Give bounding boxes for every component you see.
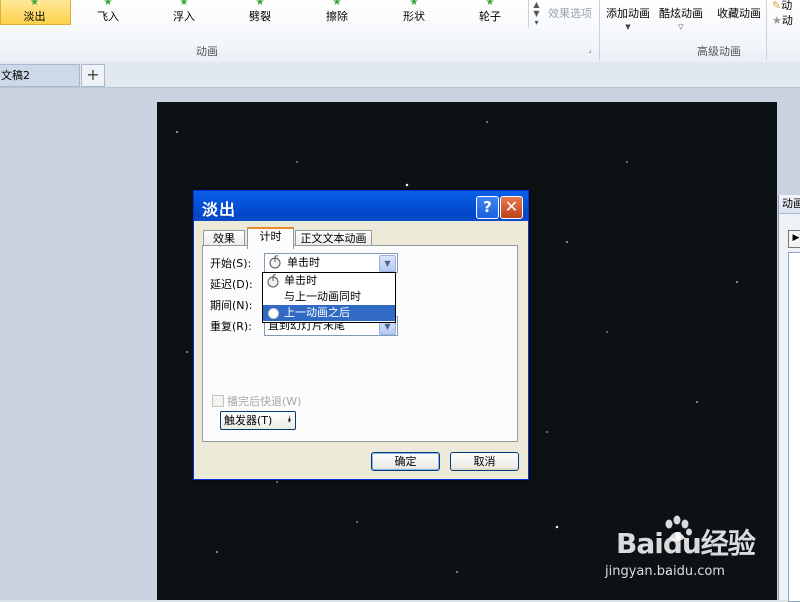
start-dropdown-list: 单击时 与上一动画同时 上一动画之后 (262, 272, 396, 323)
watermark-brand: Baidu经验 (616, 527, 756, 560)
help-button[interactable]: ? (476, 196, 499, 219)
document-tab[interactable]: 文稿2 (0, 64, 80, 87)
pencil-icon: ✎ (772, 0, 782, 12)
gallery-scroll[interactable]: ▲ ▼ ▾ (528, 0, 544, 28)
effect-wheel-button[interactable]: ★ 轮子 (455, 0, 525, 28)
cancel-button[interactable]: 取消 (450, 452, 519, 471)
effect-fade-button[interactable]: ★ 淡出 (0, 0, 69, 28)
add-animation-button[interactable]: 添加动画 ▼ (606, 5, 650, 31)
document-tab-row: 文稿2 + (0, 62, 800, 88)
dropdown-arrow-icon: ▽ (678, 23, 684, 31)
clock-icon (268, 308, 279, 319)
option-with-previous[interactable]: 与上一动画同时 (263, 289, 395, 305)
separator (766, 0, 767, 60)
cool-animation-button[interactable]: 酷炫动画 ▽ (659, 5, 703, 31)
effect-options-button[interactable]: 效果选项 (548, 5, 592, 21)
effect-fly-in-button[interactable]: ★ 飞入 (73, 0, 143, 28)
repeat-label: 重复(R): (210, 320, 252, 333)
chevron-up-icon[interactable]: ▲ (529, 0, 544, 9)
dialog-launcher-icon[interactable]: ⌟ (588, 45, 592, 54)
star-icon: ★ (772, 14, 782, 27)
favorite-animation-button[interactable]: 收藏动画 (717, 5, 761, 21)
animation-painter-button[interactable]: ★动 (772, 12, 793, 28)
mouse-icon (269, 255, 281, 269)
ok-button[interactable]: 确定 (371, 452, 440, 471)
group-label-animation: 动画 (196, 45, 218, 58)
star-icon: ★ (179, 0, 189, 8)
effect-float-in-button[interactable]: ★ 浮入 (149, 0, 219, 28)
separator (599, 0, 600, 60)
star-icon: ★ (485, 0, 495, 8)
trigger-button[interactable]: 触发器(T) ⯯ (220, 411, 296, 430)
ribbon: ★ 淡出 ★ 飞入 ★ 浮入 ★ 劈裂 ★ 擦除 ★ 形状 ★ 轮子 ▲ ▼ ▾… (0, 0, 800, 63)
start-label: 开始(S): (210, 257, 252, 270)
new-tab-button[interactable]: + (81, 64, 105, 87)
star-icon: ★ (103, 0, 113, 8)
group-label-advanced: 高级动画 (697, 45, 741, 58)
rewind-checkbox[interactable]: 播完后快退(W) (212, 393, 301, 409)
mouse-icon (267, 274, 279, 288)
fade-dialog: 淡出 ? ✕ 效果 计时 正文文本动画 开始(S): 单击时 ▼ 延迟(D): … (193, 190, 529, 480)
star-icon: ★ (332, 0, 342, 8)
animation-pane-header: 动画 (779, 195, 800, 214)
close-button[interactable]: ✕ (500, 196, 523, 219)
star-icon: ★ (409, 0, 419, 8)
star-icon: ★ (30, 0, 39, 8)
double-chevron-down-icon: ⯯ (286, 415, 292, 425)
effect-wipe-button[interactable]: ★ 擦除 (302, 0, 372, 28)
checkbox-box (212, 395, 224, 407)
effect-shape-button[interactable]: ★ 形状 (379, 0, 449, 28)
delay-label: 延迟(D): (210, 278, 253, 291)
effect-split-button[interactable]: ★ 劈裂 (225, 0, 295, 28)
option-on-click[interactable]: 单击时 (263, 273, 395, 289)
option-after-previous[interactable]: 上一动画之后 (263, 305, 395, 321)
tab-timing[interactable]: 计时 (247, 227, 294, 249)
watermark-url: jingyan.baidu.com (605, 564, 725, 579)
more-icon[interactable]: ▾ (529, 18, 544, 27)
dialog-title: 淡出 (202, 200, 237, 219)
chevron-down-icon[interactable]: ▼ (529, 9, 544, 18)
start-select[interactable]: 单击时 ▼ (264, 253, 398, 273)
baidu-watermark: Baidu经验 jingyan.baidu.com (600, 512, 800, 600)
dropdown-arrow-icon: ▼ (625, 23, 631, 31)
duration-label: 期间(N): (210, 299, 253, 312)
star-icon: ★ (255, 0, 265, 8)
dialog-titlebar[interactable]: 淡出 ? ✕ (194, 191, 528, 221)
play-button[interactable]: ▶ (788, 230, 800, 248)
chevron-down-icon[interactable]: ▼ (379, 255, 396, 272)
